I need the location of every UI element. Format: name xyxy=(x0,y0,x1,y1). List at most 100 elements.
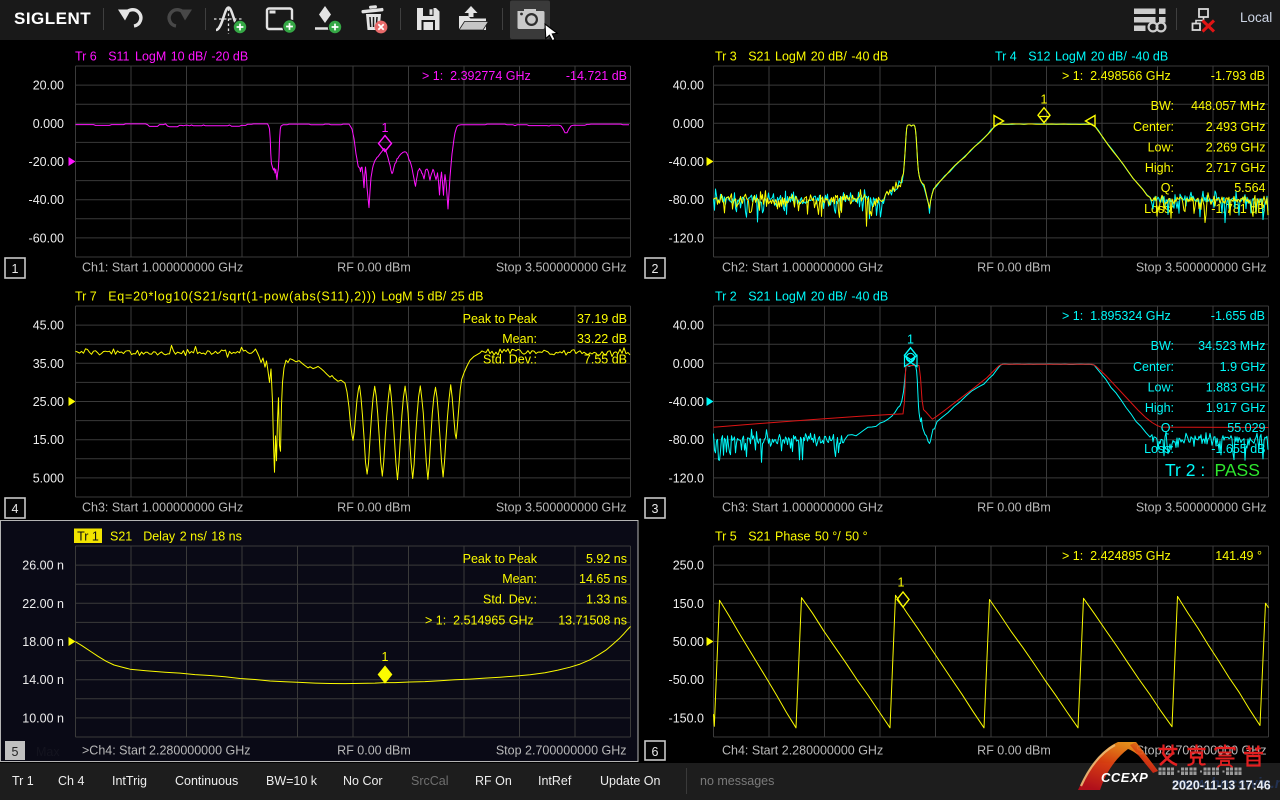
svg-text:Stop 3.500000000 GHz: Stop 3.500000000 GHz xyxy=(1136,261,1267,275)
svg-text:10 dB/: 10 dB/ xyxy=(171,50,208,64)
svg-text:High:: High: xyxy=(1145,401,1174,415)
svg-text:4: 4 xyxy=(12,502,19,516)
svg-text:> 1: 2.392774 GHz: > 1: 2.392774 GHz xyxy=(422,69,531,83)
svg-text:-80.00: -80.00 xyxy=(669,433,704,447)
svg-text:37.19 dB: 37.19 dB xyxy=(577,312,627,326)
svg-text:20.00: 20.00 xyxy=(33,79,64,93)
svg-text:Delay: Delay xyxy=(143,530,176,544)
svg-text:Stop 3.500000000 GHz: Stop 3.500000000 GHz xyxy=(1136,501,1267,515)
svg-text:Q:: Q: xyxy=(1161,181,1174,195)
svg-text:6: 6 xyxy=(652,745,659,759)
svg-text:Phase: Phase xyxy=(775,530,810,544)
svg-text:50.00: 50.00 xyxy=(673,635,704,649)
svg-text:-40 dB: -40 dB xyxy=(851,290,888,304)
svg-text:Ch3: Start 1.000000000 GHz: Ch3: Start 1.000000000 GHz xyxy=(722,501,883,515)
svg-text:Center:: Center: xyxy=(1133,360,1174,374)
svg-text:Low:: Low: xyxy=(1148,381,1174,395)
svg-text:High:: High: xyxy=(1145,161,1174,175)
svg-text:141.49 °: 141.49 ° xyxy=(1215,549,1262,563)
svg-text:Tr 5: Tr 5 xyxy=(715,530,737,544)
svg-text:Mean:: Mean: xyxy=(502,332,537,346)
svg-text:1.33 ns: 1.33 ns xyxy=(586,593,627,607)
svg-text:Q:: Q: xyxy=(1161,421,1174,435)
svg-text:40.00: 40.00 xyxy=(673,319,704,333)
svg-text:1: 1 xyxy=(382,121,389,135)
svg-text:>Ch4: Start 2.280000000 GHz: >Ch4: Start 2.280000000 GHz xyxy=(82,744,251,758)
svg-text:3: 3 xyxy=(652,502,659,516)
svg-text:Ch2: Start 1.000000000 GHz: Ch2: Start 1.000000000 GHz xyxy=(722,261,883,275)
svg-text:RF 0.00 dBm: RF 0.00 dBm xyxy=(337,744,411,758)
svg-text:18 ns: 18 ns xyxy=(211,530,242,544)
svg-text:1: 1 xyxy=(898,576,905,590)
svg-text:20 dB/: 20 dB/ xyxy=(811,50,848,64)
svg-text:S12: S12 xyxy=(1028,50,1050,64)
svg-text:Tr 6: Tr 6 xyxy=(75,50,97,64)
svg-text:25.00: 25.00 xyxy=(33,395,64,409)
svg-text:-40.00: -40.00 xyxy=(669,155,704,169)
svg-text:RF 0.00 dBm: RF 0.00 dBm xyxy=(337,501,411,515)
svg-text:1: 1 xyxy=(1041,93,1048,107)
svg-text:-50.00: -50.00 xyxy=(669,673,704,687)
svg-text:RF 0.00 dBm: RF 0.00 dBm xyxy=(977,261,1051,275)
svg-text:45.00: 45.00 xyxy=(33,319,64,333)
svg-text:Eq=20*log10(S21/sqrt(1-pow(abs: Eq=20*log10(S21/sqrt(1-pow(abs(S11),2))) xyxy=(108,290,377,304)
svg-text:Ch4: Start 2.280000000 GHz: Ch4: Start 2.280000000 GHz xyxy=(722,744,883,758)
svg-text:Low:: Low: xyxy=(1148,141,1174,155)
svg-text:Ch3: Start 1.000000000 GHz: Ch3: Start 1.000000000 GHz xyxy=(82,501,243,515)
svg-text:10.00 n: 10.00 n xyxy=(22,711,64,725)
svg-text:> 1: 2.514965 GHz: > 1: 2.514965 GHz xyxy=(425,614,534,628)
svg-text:0.000: 0.000 xyxy=(33,117,64,131)
svg-text:50 °/: 50 °/ xyxy=(815,530,841,544)
svg-text:Tr 3: Tr 3 xyxy=(715,50,737,64)
svg-text:55.029: 55.029 xyxy=(1227,421,1265,435)
svg-text:20 dB/: 20 dB/ xyxy=(1091,50,1128,64)
svg-text:14.65 ns: 14.65 ns xyxy=(579,572,627,586)
svg-text:S21: S21 xyxy=(748,290,770,304)
svg-text:Tr 1: Tr 1 xyxy=(77,530,99,544)
svg-text:33.22 dB: 33.22 dB xyxy=(577,332,627,346)
svg-text:0.000: 0.000 xyxy=(673,117,704,131)
svg-text:Mean:: Mean: xyxy=(502,572,537,586)
svg-text:15.00: 15.00 xyxy=(33,433,64,447)
svg-text:1: 1 xyxy=(12,262,19,276)
svg-text:-120.0: -120.0 xyxy=(669,231,704,245)
svg-text:2020-11-13 17:46: 2020-11-13 17:46 xyxy=(1172,779,1271,793)
svg-text:Std. Dev.:: Std. Dev.: xyxy=(483,593,537,607)
svg-text:34.523 MHz: 34.523 MHz xyxy=(1198,339,1265,353)
svg-text:2.493 GHz: 2.493 GHz xyxy=(1206,120,1266,134)
svg-text:-14.721 dB: -14.721 dB xyxy=(566,69,627,83)
svg-text:LogM: LogM xyxy=(135,50,166,64)
svg-text:Tr 2 :: Tr 2 : xyxy=(1165,460,1210,480)
svg-text:-40 dB: -40 dB xyxy=(851,50,888,64)
svg-text:LogM: LogM xyxy=(1055,50,1086,64)
svg-text:LogM: LogM xyxy=(775,290,806,304)
svg-text:150.0: 150.0 xyxy=(673,597,704,611)
svg-text:BW:: BW: xyxy=(1151,339,1174,353)
svg-text:5.564: 5.564 xyxy=(1234,181,1265,195)
svg-text:-80.00: -80.00 xyxy=(669,193,704,207)
svg-text:-40.00: -40.00 xyxy=(669,395,704,409)
svg-text:20 dB/: 20 dB/ xyxy=(811,290,848,304)
svg-text:1: 1 xyxy=(907,333,914,347)
svg-text:1.883 GHz: 1.883 GHz xyxy=(1206,381,1266,395)
svg-text:40.00: 40.00 xyxy=(673,79,704,93)
svg-text:Stop 3.500000000 GHz: Stop 3.500000000 GHz xyxy=(496,261,627,275)
svg-text:Stop 2.700000000 GHz: Stop 2.700000000 GHz xyxy=(496,744,627,758)
svg-text:CCEXP: CCEXP xyxy=(1101,770,1148,785)
svg-text:-60.00: -60.00 xyxy=(29,231,64,245)
svg-text:-120.0: -120.0 xyxy=(669,471,704,485)
svg-text:-20 dB: -20 dB xyxy=(211,50,248,64)
svg-text:2.269 GHz: 2.269 GHz xyxy=(1206,141,1266,155)
svg-text:26.00 n: 26.00 n xyxy=(22,559,64,573)
svg-text:1: 1 xyxy=(382,650,389,664)
svg-text:RF 0.00 dBm: RF 0.00 dBm xyxy=(977,744,1051,758)
svg-text:1.9 GHz: 1.9 GHz xyxy=(1220,360,1266,374)
svg-text:Tr 4: Tr 4 xyxy=(995,50,1017,64)
svg-text:18.00 n: 18.00 n xyxy=(22,635,64,649)
svg-text:Std. Dev.:: Std. Dev.: xyxy=(483,353,537,367)
svg-text:RF 0.00 dBm: RF 0.00 dBm xyxy=(337,261,411,275)
svg-text:-40 dB: -40 dB xyxy=(1131,50,1168,64)
svg-text:250.0: 250.0 xyxy=(673,559,704,573)
svg-text:Peak to Peak: Peak to Peak xyxy=(463,552,538,566)
svg-text:BW:: BW: xyxy=(1151,99,1174,113)
